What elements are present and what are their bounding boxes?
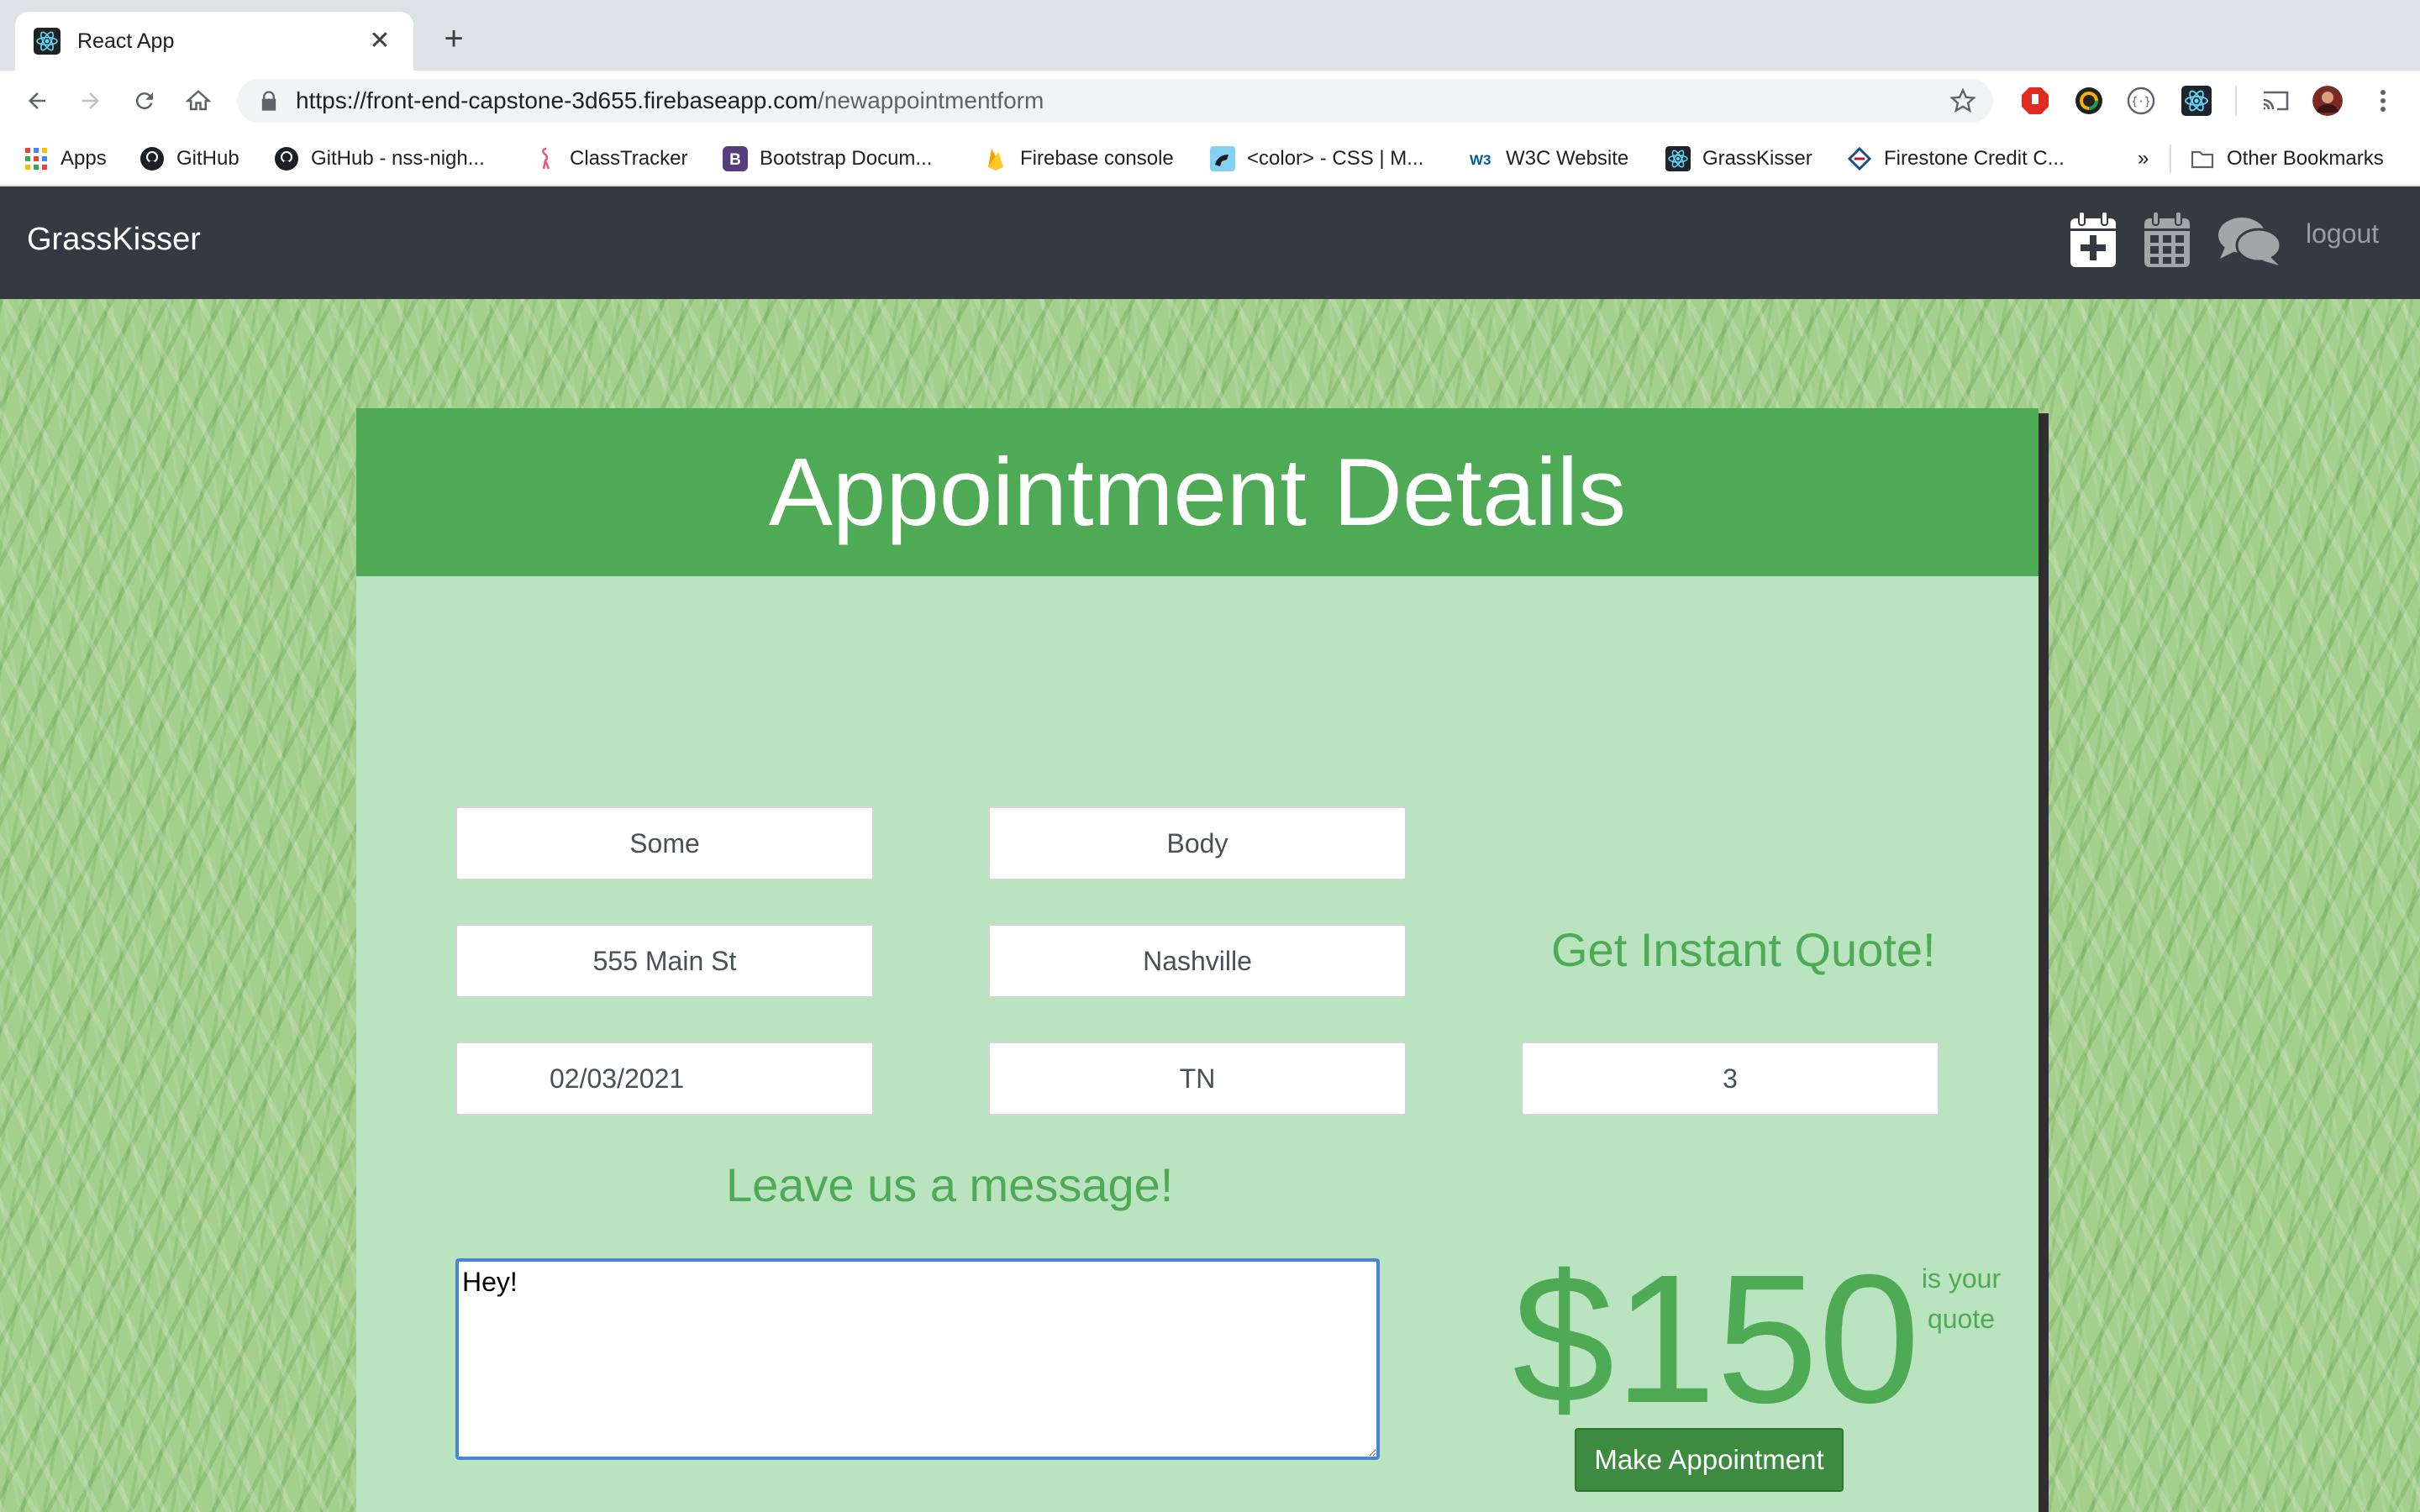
bookmark-classtracker[interactable]: ClassTracker (533, 143, 687, 175)
svg-text:B: B (729, 151, 741, 169)
firestone-icon (1847, 146, 1872, 171)
last-name-input[interactable] (988, 806, 1407, 880)
bookmark-label: W3C Website (1506, 147, 1629, 170)
bookmark-apps[interactable]: Apps (24, 143, 107, 175)
react-favicon-icon (34, 28, 60, 55)
bookmarks-overflow-button[interactable]: » (2138, 143, 2149, 175)
flamingo-icon (541, 147, 550, 170)
w3c-icon: W3 (1470, 152, 1491, 168)
bookmark-label: Bootstrap Docum... (760, 147, 933, 170)
cast-icon[interactable] (2260, 86, 2291, 116)
reload-button[interactable] (126, 82, 163, 119)
browser-toolbar: https://front-end-capstone-3d655.firebas… (0, 71, 2420, 131)
messages-chat-icon[interactable] (2217, 215, 2282, 267)
form-title: Appointment Details (768, 438, 1627, 546)
back-button[interactable] (18, 82, 55, 119)
quote-price: $150 (1512, 1237, 1920, 1441)
url-path: /newappointmentform (818, 87, 1044, 113)
adblock-extension-icon[interactable] (2020, 86, 2050, 116)
brand-logo-text[interactable]: GrassKisser (27, 222, 201, 258)
apps-grid-icon (25, 148, 47, 170)
arrow-right-icon (82, 92, 99, 109)
quote-note-line: quote (1927, 1304, 1996, 1334)
page-viewport: GrassKisser logout Appointment Details S… (0, 186, 2420, 1512)
tab-title: React App (77, 29, 175, 53)
react-devtools-extension-icon[interactable] (2181, 86, 2212, 116)
bookmark-mdn-color[interactable]: <color> - CSS | M... (1210, 143, 1423, 175)
bookmark-label: GrassKisser (1702, 147, 1812, 170)
bookmark-label: GitHub - nss-nigh... (311, 147, 485, 170)
bookmark-w3c[interactable]: W3 W3C Website (1469, 143, 1628, 175)
bookmark-label: <color> - CSS | M... (1247, 147, 1424, 170)
new-tab-button[interactable]: + (435, 22, 472, 59)
first-name-input[interactable] (455, 806, 874, 880)
color-picker-extension-icon[interactable] (2074, 86, 2104, 116)
instant-quote-heading: Get Instant Quote! (1551, 923, 1936, 976)
city-input[interactable] (988, 924, 1407, 998)
react-icon (1665, 146, 1691, 171)
bootstrap-icon: B (723, 146, 748, 171)
appointment-form-card: Appointment Details Get Instant Quote! L… (356, 408, 2039, 1512)
calendar-icon[interactable] (2143, 212, 2191, 269)
bookmark-firebase[interactable]: Firebase console (983, 143, 1174, 175)
quote-note: is your quote (1911, 1258, 2012, 1339)
bookmark-label: Firestone Credit C... (1884, 147, 2065, 170)
other-bookmarks-folder[interactable]: Other Bookmarks (2190, 143, 2384, 175)
quote-note-line: is your (1921, 1263, 2002, 1294)
bookmark-label: Apps (60, 147, 107, 170)
home-icon (186, 90, 211, 111)
bookmark-firestone[interactable]: Firestone Credit C... (1847, 143, 2065, 175)
quote-quantity-input[interactable] (1521, 1042, 1939, 1116)
bookmarks-bar: Apps GitHub GitHub - nss-nigh... ClassTr… (0, 131, 2420, 186)
bookmark-github-nss[interactable]: GitHub - nss-nigh... (274, 143, 485, 175)
bookmark-label: GitHub (176, 147, 239, 170)
street-address-input[interactable] (455, 924, 874, 998)
forward-button[interactable] (72, 82, 109, 119)
date-input[interactable] (455, 1042, 874, 1116)
lock-icon (261, 91, 276, 111)
bookmark-github[interactable]: GitHub (139, 143, 239, 175)
bookmark-bootstrap[interactable]: B Bootstrap Docum... (723, 143, 932, 175)
make-appointment-button[interactable]: Make Appointment (1575, 1428, 1844, 1492)
folder-icon (2191, 150, 2214, 169)
bookmark-label: Other Bookmarks (2227, 147, 2384, 170)
logout-link[interactable]: logout (2306, 218, 2379, 249)
bookmarks-divider (2170, 144, 2171, 173)
more-options-icon[interactable] (2368, 86, 2398, 116)
app-navbar: GrassKisser logout (0, 186, 2420, 299)
home-button[interactable] (180, 82, 217, 119)
svg-text:{·}: {·} (2131, 96, 2150, 108)
bookmark-star-icon[interactable] (1949, 87, 1976, 114)
url-host: https://front-end-capstone-3d655.firebas… (296, 87, 818, 113)
profile-avatar[interactable] (2312, 86, 2343, 116)
github-icon (275, 147, 298, 171)
arrow-left-icon (29, 92, 45, 109)
mdn-icon (1210, 146, 1235, 171)
address-bar[interactable]: https://front-end-capstone-3d655.firebas… (237, 79, 1993, 123)
bookmark-label: ClassTracker (570, 147, 688, 170)
message-textarea[interactable]: Hey! (455, 1258, 1380, 1460)
svg-text:W3: W3 (1470, 152, 1491, 168)
card-header: Appointment Details (356, 408, 2039, 576)
bookmark-grasskisser[interactable]: GrassKisser (1665, 143, 1812, 175)
add-appointment-calendar-icon[interactable] (2069, 212, 2118, 269)
message-heading: Leave us a message! (726, 1158, 1174, 1211)
json-viewer-extension-icon[interactable]: {·} (2126, 86, 2156, 116)
reload-icon (135, 92, 153, 110)
browser-tabstrip: React App ✕ + (0, 0, 2420, 71)
tab-close-icon[interactable]: ✕ (365, 26, 395, 56)
github-icon (140, 147, 164, 171)
browser-tab[interactable]: React App ✕ (15, 12, 413, 71)
bookmark-label: Firebase console (1020, 147, 1174, 170)
firebase-icon (988, 149, 1003, 171)
state-input[interactable] (988, 1042, 1407, 1116)
overflow-chevron-icon: » (2138, 147, 2149, 170)
toolbar-divider (2235, 86, 2237, 116)
